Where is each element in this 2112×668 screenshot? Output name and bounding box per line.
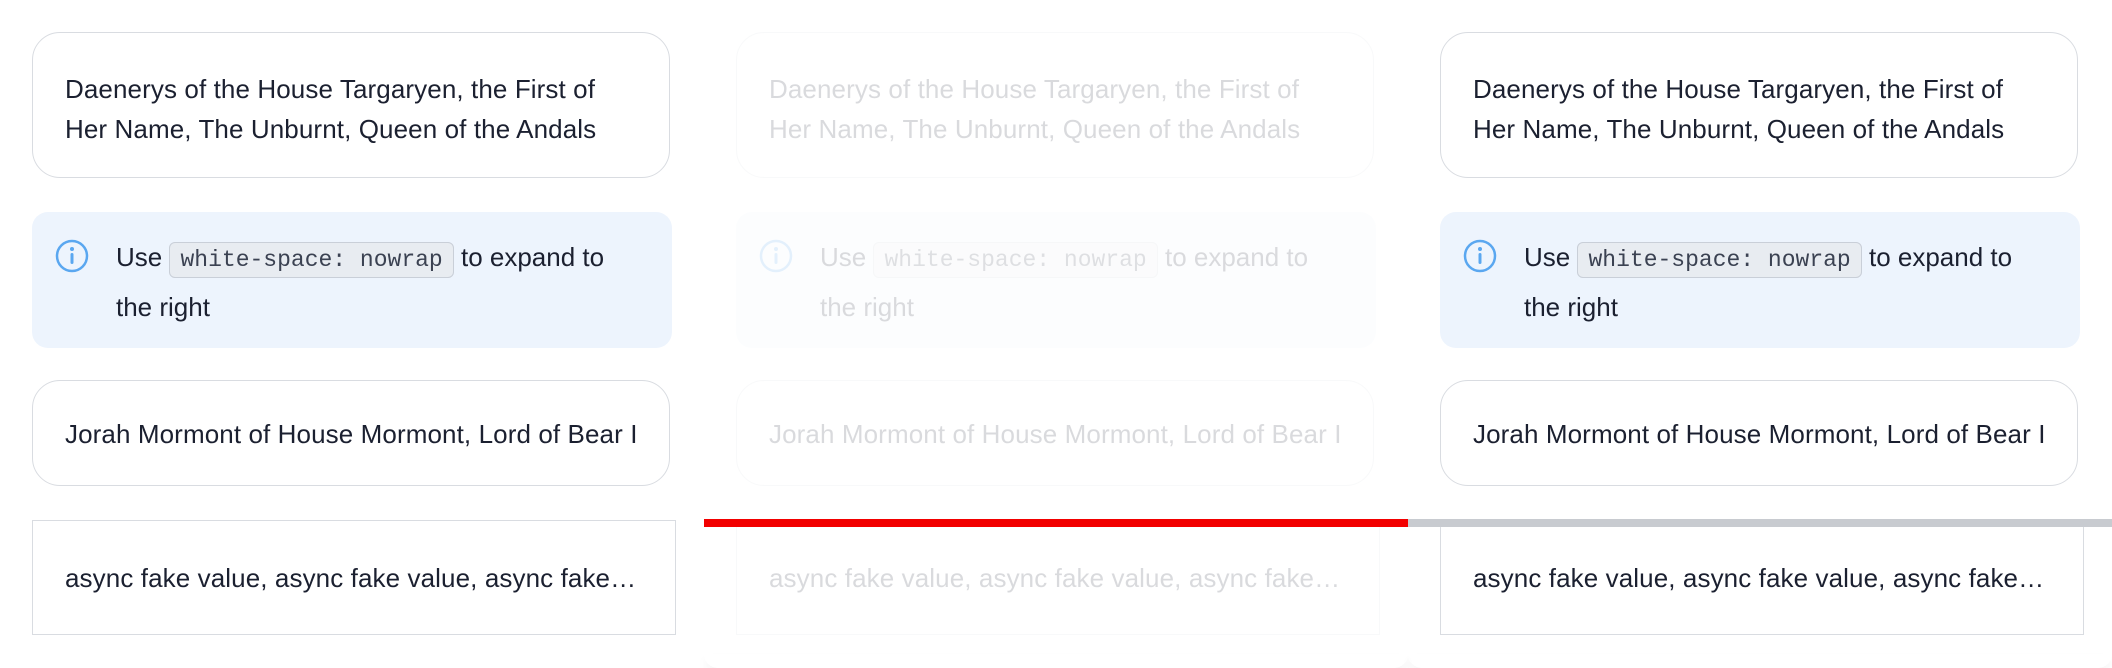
info-prefix: Use [1524,242,1571,272]
async-value-text: async fake value, async fake value, asyn… [1473,563,2051,593]
info-code: white-space: nowrap [169,242,454,278]
long-name-text: Daenerys of the House Targaryen, the Fir… [65,74,597,144]
async-value-text: async fake value, async fake value, asyn… [769,563,1347,593]
panel-right: Daenerys of the House Targaryen, the Fir… [1408,0,2112,668]
info-message: Use white-space: nowrap to expand to the… [820,234,1344,331]
info-circle-icon [759,239,793,273]
info-message: Use white-space: nowrap to expand to the… [1524,234,2048,331]
progress-bar-track [1408,519,2112,527]
progress-bar-fill [704,519,1408,527]
info-prefix: Use [116,242,163,272]
panel-shadow [704,654,1408,668]
info-callout: Use white-space: nowrap to expand to the… [32,212,672,348]
long-name-text: Daenerys of the House Targaryen, the Fir… [1473,74,2005,144]
async-value-card: async fake value, async fake value, asyn… [32,520,676,635]
panel-left: Daenerys of the House Targaryen, the Fir… [0,0,704,668]
single-line-text: Jorah Mormont of House Mormont, Lord of … [769,419,1341,449]
async-value-card: async fake value, async fake value, asyn… [1440,520,2084,635]
single-line-card: Jorah Mormont of House Mormont, Lord of … [32,380,670,486]
info-message: Use white-space: nowrap to expand to the… [116,234,640,331]
long-name-text: Daenerys of the House Targaryen, the Fir… [769,74,1301,144]
info-circle-icon [55,239,89,273]
info-code: white-space: nowrap [1577,242,1862,278]
single-line-text: Jorah Mormont of House Mormont, Lord of … [65,419,637,449]
single-line-card: Jorah Mormont of House Mormont, Lord of … [736,380,1374,486]
info-callout: Use white-space: nowrap to expand to the… [736,212,1376,348]
multiline-text-card: Daenerys of the House Targaryen, the Fir… [1440,32,2078,178]
single-line-card: Jorah Mormont of House Mormont, Lord of … [1440,380,2078,486]
single-line-text: Jorah Mormont of House Mormont, Lord of … [1473,419,2045,449]
panel-shadow [1408,654,2112,668]
multiline-text-card: Daenerys of the House Targaryen, the Fir… [32,32,670,178]
info-circle-icon [1463,239,1497,273]
panel-middle: Daenerys of the House Targaryen, the Fir… [704,0,1408,668]
async-value-text: async fake value, async fake value, asyn… [65,563,643,593]
async-value-card: async fake value, async fake value, asyn… [736,520,1380,635]
comparison-stage: Daenerys of the House Targaryen, the Fir… [0,0,2112,668]
info-prefix: Use [820,242,867,272]
info-callout: Use white-space: nowrap to expand to the… [1440,212,2080,348]
multiline-text-card: Daenerys of the House Targaryen, the Fir… [736,32,1374,178]
info-code: white-space: nowrap [873,242,1158,278]
